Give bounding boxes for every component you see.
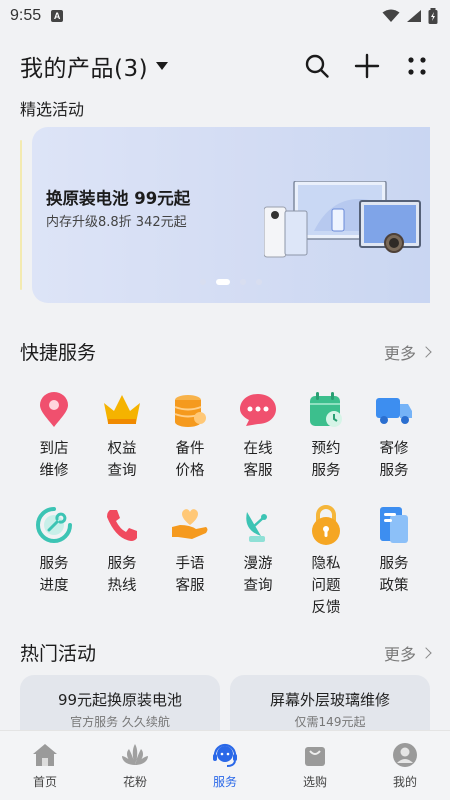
service-online-support[interactable]: 在线客服 bbox=[224, 390, 292, 482]
status-bar: 9:55 A bbox=[0, 0, 450, 32]
location-pin-icon bbox=[34, 390, 74, 430]
tab-label: 服务 bbox=[212, 775, 237, 789]
service-label: 漫游查询 bbox=[243, 556, 273, 594]
service-label: 权益查询 bbox=[107, 441, 137, 479]
page-dot[interactable] bbox=[240, 279, 246, 285]
page-dot[interactable] bbox=[200, 279, 206, 285]
activity-card-title: 屏幕外层玻璃维修 bbox=[269, 691, 390, 709]
prev-banner-edge bbox=[20, 140, 22, 290]
quick-services-title: 快捷服务 bbox=[20, 342, 97, 364]
service-mail-in-repair[interactable]: 寄修服务 bbox=[360, 390, 428, 482]
dropdown-caret-icon[interactable] bbox=[156, 62, 169, 70]
flower-icon bbox=[121, 741, 149, 769]
service-label: 隐私问题反馈 bbox=[311, 556, 341, 616]
tab-label: 花粉 bbox=[122, 775, 147, 789]
devices-illustration bbox=[264, 181, 421, 258]
phone-icon bbox=[102, 505, 142, 545]
service-label: 在线客服 bbox=[243, 441, 273, 479]
notification-a-icon: A bbox=[51, 10, 64, 22]
quick-services-grid: 到店维修 权益查询 备件价格 在线客服 预约服务 寄修服务 bbox=[20, 390, 430, 482]
header: 我的产品(3) bbox=[0, 40, 450, 92]
tab-me[interactable]: 我的 bbox=[360, 731, 450, 800]
service-sign-language[interactable]: 手语客服 bbox=[156, 505, 224, 619]
shopping-bag-icon bbox=[301, 741, 329, 769]
banner-page-dots bbox=[32, 279, 430, 285]
battery-icon bbox=[428, 8, 438, 24]
status-time: 9:55 bbox=[10, 7, 42, 24]
tab-home[interactable]: 首页 bbox=[0, 731, 90, 800]
service-roaming[interactable]: 漫游查询 bbox=[224, 505, 292, 619]
plus-icon[interactable] bbox=[354, 53, 380, 79]
lock-icon bbox=[306, 505, 346, 545]
quick-services-grid-row2: 服务进度 服务热线 手语客服 漫游查询 隐私问题反馈 服务政策 bbox=[20, 505, 430, 619]
banner-title: 换原装电池 99元起 bbox=[46, 189, 191, 208]
more-dots-icon[interactable] bbox=[404, 53, 430, 79]
header-actions bbox=[304, 53, 430, 79]
service-rights-query[interactable]: 权益查询 bbox=[88, 390, 156, 482]
wifi-icon bbox=[382, 9, 400, 22]
service-label: 手语客服 bbox=[175, 556, 205, 594]
service-store-repair[interactable]: 到店维修 bbox=[20, 390, 88, 482]
hot-activities-header: 热门活动 更多 bbox=[20, 639, 432, 666]
page-dot[interactable] bbox=[256, 279, 262, 285]
bottom-tab-bar: 首页 花粉 服务 选购 我的 bbox=[0, 730, 450, 800]
tab-service[interactable]: 服务 bbox=[180, 731, 270, 800]
avatar-icon bbox=[391, 741, 419, 769]
calendar-clock-icon bbox=[306, 390, 346, 430]
service-label: 服务政策 bbox=[379, 556, 409, 594]
promo-banner[interactable]: 换原装电池 99元起 内存升级8.8折 342元起 bbox=[32, 127, 430, 303]
more-label: 更多 bbox=[383, 644, 416, 664]
service-label: 到店维修 bbox=[39, 441, 69, 479]
activity-card-subtitle: 官方服务 久久续航 bbox=[70, 715, 170, 729]
service-label: 备件价格 bbox=[175, 441, 205, 479]
service-label: 服务热线 bbox=[107, 556, 137, 594]
signal-icon bbox=[407, 10, 421, 22]
tab-huafen[interactable]: 花粉 bbox=[90, 731, 180, 800]
quick-services-header: 快捷服务 更多 bbox=[20, 338, 432, 365]
home-icon bbox=[31, 741, 59, 769]
service-parts-price[interactable]: 备件价格 bbox=[156, 390, 224, 482]
progress-wrench-icon bbox=[34, 505, 74, 545]
tab-label: 选购 bbox=[302, 775, 327, 789]
document-icon bbox=[374, 505, 414, 545]
tab-label: 我的 bbox=[392, 775, 417, 789]
banner-subtitle: 内存升级8.8折 342元起 bbox=[46, 215, 187, 230]
product-selector-title[interactable]: 我的产品(3) bbox=[20, 49, 148, 83]
service-label: 预约服务 bbox=[311, 441, 341, 479]
status-right bbox=[382, 8, 438, 24]
service-privacy-feedback[interactable]: 隐私问题反馈 bbox=[292, 505, 360, 619]
satellite-icon bbox=[238, 505, 278, 545]
activity-card-subtitle: 仅需149元起 bbox=[294, 715, 366, 729]
service-label: 寄修服务 bbox=[379, 441, 409, 479]
search-icon[interactable] bbox=[304, 53, 330, 79]
tab-label: 首页 bbox=[32, 775, 57, 789]
hot-activities-more-link[interactable]: 更多 bbox=[383, 641, 432, 665]
service-label: 服务进度 bbox=[39, 556, 69, 594]
more-label: 更多 bbox=[383, 343, 416, 363]
crown-icon bbox=[102, 390, 142, 430]
truck-icon bbox=[374, 390, 414, 430]
service-appointment[interactable]: 预约服务 bbox=[292, 390, 360, 482]
chat-bubble-icon bbox=[238, 390, 278, 430]
chevron-right-icon bbox=[420, 646, 432, 659]
service-hotline[interactable]: 服务热线 bbox=[88, 505, 156, 619]
service-headset-icon bbox=[211, 741, 239, 769]
tab-shop[interactable]: 选购 bbox=[270, 731, 360, 800]
activity-card-title: 99元起换原装电池 bbox=[57, 691, 183, 709]
chevron-right-icon bbox=[420, 345, 432, 358]
service-policy[interactable]: 服务政策 bbox=[360, 505, 428, 619]
service-progress[interactable]: 服务进度 bbox=[20, 505, 88, 619]
quick-services-more-link[interactable]: 更多 bbox=[383, 340, 432, 364]
page-dot-active[interactable] bbox=[216, 279, 230, 285]
featured-label: 精选活动 bbox=[20, 100, 85, 119]
heart-hand-icon bbox=[170, 505, 210, 545]
coins-icon bbox=[170, 390, 210, 430]
hot-activities-title: 热门活动 bbox=[20, 643, 97, 665]
